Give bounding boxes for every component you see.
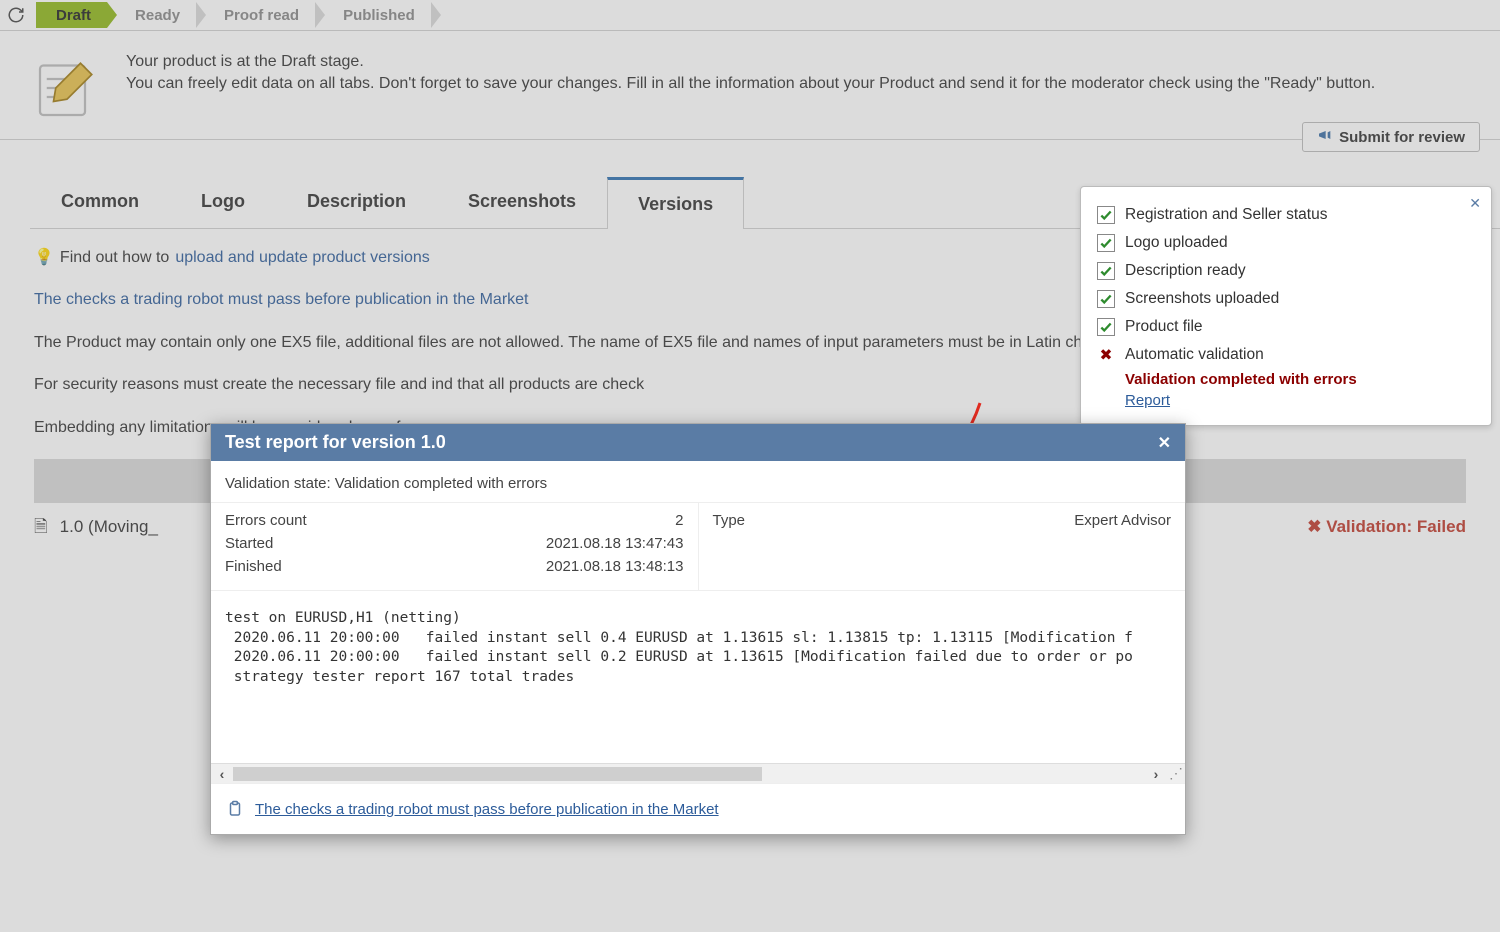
resize-grip-icon[interactable]: ⋰ bbox=[1167, 765, 1185, 782]
validation-error-message: Validation completed with errors bbox=[1125, 371, 1475, 388]
errors-count-value: 2 bbox=[675, 512, 683, 529]
draft-info-box: Your product is at the Draft stage. You … bbox=[0, 31, 1500, 140]
announce-icon bbox=[1317, 127, 1333, 147]
stage-label: Proof read bbox=[224, 7, 299, 24]
footer-checks-link[interactable]: The checks a trading robot must pass bef… bbox=[255, 801, 719, 818]
close-icon[interactable]: ✕ bbox=[1158, 433, 1171, 453]
finished-label: Finished bbox=[225, 558, 282, 575]
submit-label: Submit for review bbox=[1339, 129, 1465, 146]
upload-hint-link[interactable]: upload and update product versions bbox=[175, 245, 429, 271]
tab-description[interactable]: Description bbox=[276, 176, 437, 228]
check-label: Registration and Seller status bbox=[1125, 206, 1327, 224]
check-icon bbox=[1097, 290, 1115, 308]
tab-versions[interactable]: Versions bbox=[607, 177, 744, 229]
bulb-icon: 💡 bbox=[34, 245, 54, 271]
test-log: test on EURUSD,H1 (netting) 2020.06.11 2… bbox=[211, 591, 1185, 763]
scrollbar-thumb[interactable] bbox=[233, 767, 762, 781]
started-label: Started bbox=[225, 535, 273, 552]
log-horizontal-scrollbar[interactable]: ‹ › ⋰ bbox=[211, 763, 1185, 783]
stage-draft[interactable]: Draft bbox=[36, 2, 107, 28]
cross-icon: ✖ bbox=[1097, 346, 1115, 364]
stage-published[interactable]: Published bbox=[323, 2, 431, 28]
test-report-dialog: Test report for version 1.0 ✕ Validation… bbox=[210, 423, 1186, 835]
tab-common[interactable]: Common bbox=[30, 176, 170, 228]
checks-article-link[interactable]: The checks a trading robot must pass bef… bbox=[34, 291, 528, 308]
close-icon[interactable]: ✕ bbox=[1469, 195, 1481, 212]
stage-breadcrumb: Draft Ready Proof read Published bbox=[0, 0, 1500, 31]
report-link[interactable]: Report bbox=[1125, 392, 1170, 409]
version-label: 1.0 (Moving_ bbox=[60, 513, 158, 541]
check-label: Product file bbox=[1125, 318, 1203, 336]
stage-proofread[interactable]: Proof read bbox=[204, 2, 315, 28]
scroll-right-icon[interactable]: › bbox=[1145, 766, 1167, 782]
info-line-1: Your product is at the Draft stage. bbox=[126, 53, 1375, 71]
submit-checklist-popover: ✕ Registration and Seller status Logo up… bbox=[1080, 186, 1492, 426]
dialog-title-bar: Test report for version 1.0 ✕ bbox=[211, 424, 1185, 461]
state-label: Validation state: bbox=[225, 475, 335, 492]
scroll-left-icon[interactable]: ‹ bbox=[211, 766, 233, 782]
started-value: 2021.08.18 13:47:43 bbox=[546, 535, 684, 552]
file-icon: 🗎 bbox=[34, 513, 48, 541]
hint-prefix: Find out how to bbox=[60, 245, 169, 271]
tab-screenshots[interactable]: Screenshots bbox=[437, 176, 607, 228]
errors-count-label: Errors count bbox=[225, 512, 307, 529]
edit-note-icon bbox=[28, 49, 106, 127]
check-label: Screenshots uploaded bbox=[1125, 290, 1279, 308]
stage-label: Draft bbox=[56, 7, 91, 24]
finished-value: 2021.08.18 13:48:13 bbox=[546, 558, 684, 575]
stage-label: Published bbox=[343, 7, 415, 24]
check-icon bbox=[1097, 262, 1115, 280]
stage-ready[interactable]: Ready bbox=[115, 2, 196, 28]
type-value: Expert Advisor bbox=[1074, 512, 1171, 529]
refresh-icon[interactable] bbox=[4, 3, 28, 27]
check-label: Description ready bbox=[1125, 262, 1246, 280]
check-icon bbox=[1097, 318, 1115, 336]
type-label: Type bbox=[713, 512, 746, 529]
validation-status: Validation: Failed bbox=[1326, 517, 1466, 536]
submit-for-review-button[interactable]: Submit for review bbox=[1302, 122, 1480, 152]
check-label: Logo uploaded bbox=[1125, 234, 1228, 252]
stage-label: Ready bbox=[135, 7, 180, 24]
dialog-title: Test report for version 1.0 bbox=[225, 432, 446, 453]
info-line-2: You can freely edit data on all tabs. Do… bbox=[126, 75, 1375, 93]
clipboard-icon bbox=[225, 798, 245, 820]
check-icon bbox=[1097, 234, 1115, 252]
check-icon bbox=[1097, 206, 1115, 224]
fail-x-icon: ✖ bbox=[1307, 517, 1321, 536]
tab-logo[interactable]: Logo bbox=[170, 176, 276, 228]
check-label: Automatic validation bbox=[1125, 346, 1264, 364]
state-value: Validation completed with errors bbox=[335, 475, 547, 492]
